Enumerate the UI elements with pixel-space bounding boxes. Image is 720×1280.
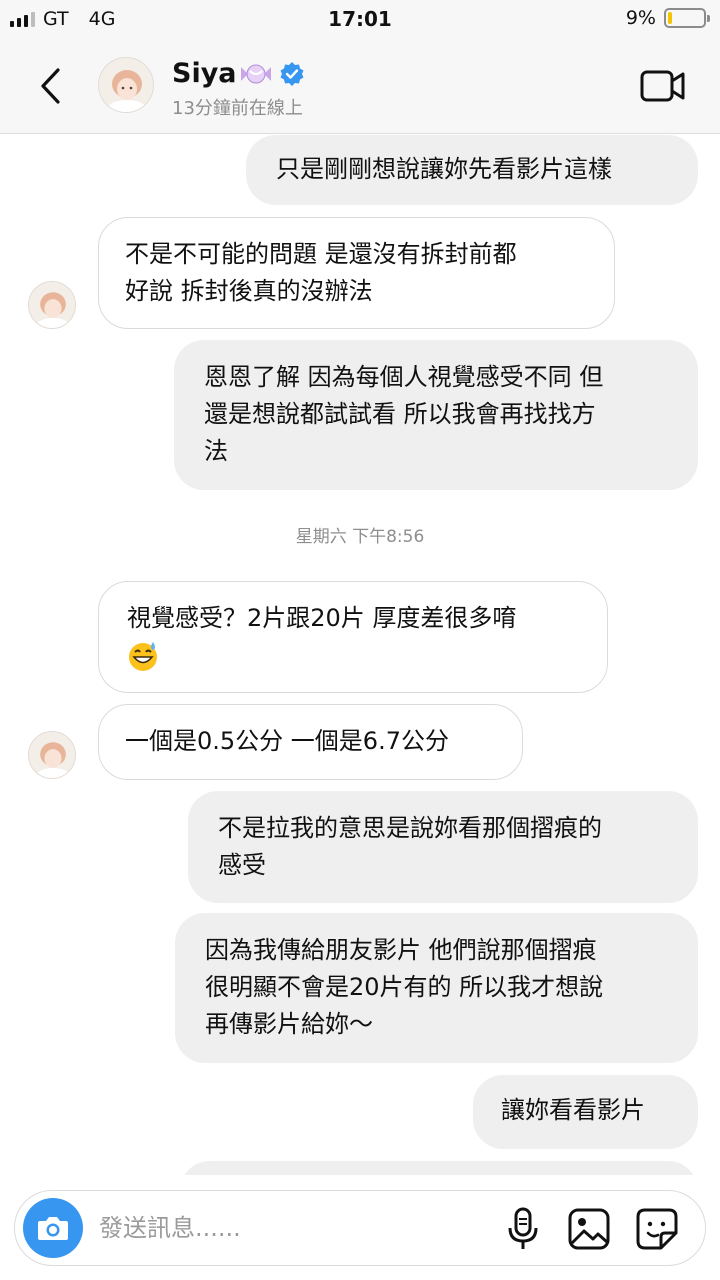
message-text: 只是剛剛想說讓妳先看影片這樣 [276, 155, 612, 183]
status-right: 9% [625, 7, 710, 29]
chat-header: Siya 13分鐘前在線上 [0, 38, 720, 134]
status-bar: GT 4G 17:01 9% [0, 0, 720, 38]
voice-message-button[interactable] [505, 1207, 541, 1251]
contact-name: Siya [172, 58, 237, 89]
message-line: 好說 拆封後真的沒辦法 [125, 277, 373, 305]
candy-icon [240, 64, 271, 83]
chevron-left-icon [41, 68, 60, 104]
message-thread[interactable]: 只是剛剛想說讓妳先看影片這樣 不是不可能的問題 是還沒有拆封前都 好說 拆封後真… [0, 135, 720, 1175]
message-line: 不是拉我的意思是說妳看那個摺痕的 [218, 814, 602, 842]
message-bubble-outgoing[interactable]: 因為我傳給朋友影片 他們說那個摺痕 很明顯不會是20片有的 所以我才想說 再傳影… [175, 913, 698, 1063]
timestamp: 星期六 下午8:56 [295, 527, 425, 547]
message-text: 一個是0.5公分 一個是6.7公分 [125, 727, 449, 755]
sticker-button[interactable] [635, 1207, 679, 1251]
message-input[interactable] [99, 1209, 419, 1247]
message-line: 恩恩了解 因為每個人視覺感受不同 但 [204, 363, 604, 391]
profile-photo [29, 282, 75, 328]
profile-photo [29, 732, 75, 778]
video-camera-icon [640, 70, 685, 102]
camera-icon [38, 1217, 68, 1240]
message-line: 很明顯不會是20片有的 所以我才想說 [205, 973, 604, 1001]
clock: 17:01 [328, 7, 392, 31]
name-row[interactable]: Siya [172, 58, 305, 89]
battery-percent: 9% [625, 7, 656, 29]
message-bubble-outgoing[interactable]: 不是拉我的意思是說妳看那個摺痕的 感受 [188, 791, 698, 903]
message-line: 不是不可能的問題 是還沒有拆封前都 [125, 240, 517, 268]
message-line: 視覺感受？2片跟20片 厚度差很多唷 [127, 604, 517, 632]
message-bubble-outgoing[interactable]: 只是剛剛想說讓妳先看影片這樣 [246, 135, 698, 205]
verified-badge-icon [280, 61, 304, 86]
gallery-button[interactable] [567, 1207, 611, 1251]
message-bubble-incoming[interactable]: 一個是0.5公分 一個是6.7公分 [98, 704, 523, 780]
message-bubble-outgoing[interactable]: 恩恩了解 因為每個人視覺感受不同 但 還是想說都試試看 所以我會再找找方 法 [174, 340, 698, 490]
battery-level [668, 12, 673, 24]
message-bubble-outgoing-partial[interactable] [180, 1161, 698, 1175]
avatar[interactable] [28, 731, 76, 779]
grinning-sweat-emoji-icon [129, 642, 157, 671]
message-line: 因為我傳給朋友影片 他們說那個摺痕 [205, 936, 597, 964]
message-bubble-outgoing[interactable]: 讓妳看看影片 [473, 1075, 698, 1149]
message-composer [14, 1190, 706, 1266]
message-line: 再傳影片給妳～ [205, 1010, 373, 1038]
sticker-icon [636, 1208, 678, 1250]
contact-status: 13分鐘前在線上 [172, 98, 303, 119]
battery-icon [664, 8, 710, 28]
message-text: 讓妳看看影片 [501, 1096, 645, 1124]
back-button[interactable] [30, 62, 70, 110]
message-line: 還是想說都試試看 所以我會再找找方 [204, 400, 596, 428]
profile-photo [99, 58, 153, 112]
message-line: 法 [204, 437, 228, 465]
message-bubble-incoming[interactable]: 視覺感受？2片跟20片 厚度差很多唷 [98, 581, 608, 693]
message-bubble-incoming[interactable]: 不是不可能的問題 是還沒有拆封前都 好說 拆封後真的沒辦法 [98, 217, 615, 329]
camera-button[interactable] [23, 1198, 83, 1258]
avatar[interactable] [28, 281, 76, 329]
image-icon [568, 1208, 610, 1250]
avatar[interactable] [98, 57, 154, 113]
microphone-icon [508, 1207, 538, 1249]
message-line: 感受 [218, 851, 266, 879]
video-call-button[interactable] [640, 68, 686, 104]
